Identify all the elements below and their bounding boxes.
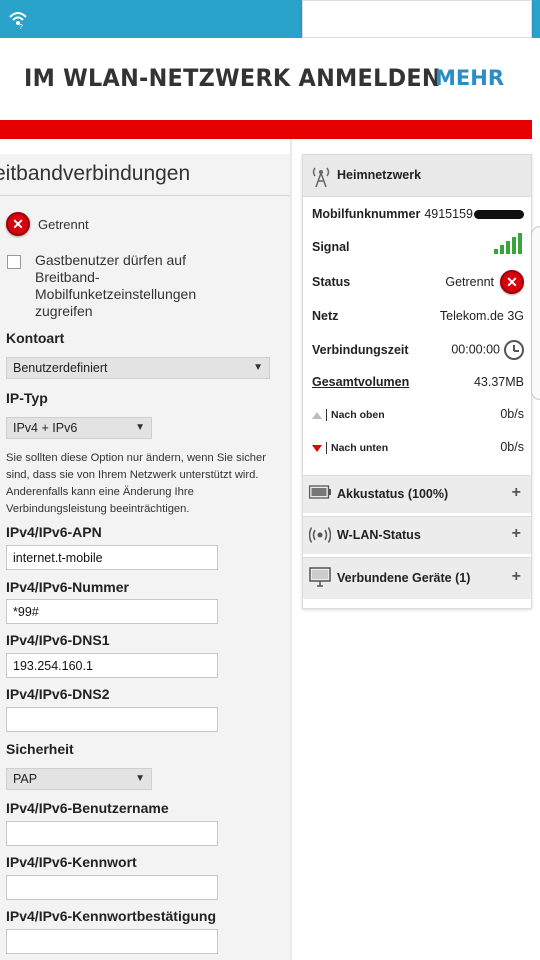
upload-arrow-icon	[312, 411, 322, 419]
signal-row: Signal	[312, 233, 524, 258]
password-input[interactable]	[6, 875, 218, 900]
iptyp-value: IPv4 + IPv6	[13, 421, 78, 435]
brand-bar	[0, 120, 532, 139]
dns1-label: IPv4/IPv6-DNS1	[6, 632, 110, 648]
connection-time-value: 00:00:00	[451, 342, 500, 357]
home-network-panel: Heimnetzwerk Mobilfunknummer 4915159 Sig…	[302, 154, 532, 609]
dns2-label: IPv4/IPv6-DNS2	[6, 686, 110, 702]
home-network-header: Heimnetzwerk	[303, 155, 531, 197]
mobile-number-row: Mobilfunknummer 4915159	[312, 205, 524, 225]
more-button[interactable]: MEHR	[435, 66, 504, 90]
connection-status: ✕ Getrennt	[6, 212, 89, 236]
battery-status-section[interactable]: Akkustatus (100%) +	[303, 475, 531, 513]
wlan-status-title: W-LAN-Status	[337, 528, 421, 542]
sicherheit-select[interactable]: PAP ▼	[6, 768, 152, 790]
panel-title: eitbandverbindungen	[0, 162, 191, 185]
home-network-title: Heimnetzwerk	[337, 168, 422, 182]
status-label: Status	[312, 275, 351, 289]
nummer-label: IPv4/IPv6-Nummer	[6, 579, 129, 595]
broadband-settings-panel: eitbandverbindungen ✕ Getrennt Gastbenut…	[0, 154, 290, 960]
dns1-input[interactable]: 193.254.160.1	[6, 653, 218, 678]
wifi-notification-icon: ?	[9, 12, 27, 29]
apn-input[interactable]: internet.t-mobile	[6, 545, 218, 570]
kontoart-label: Kontoart	[6, 330, 65, 346]
guest-access-checkbox[interactable]	[7, 255, 21, 269]
download-value: 0b/s	[500, 440, 524, 454]
status-row: Status Getrennt ✕	[312, 270, 524, 294]
wireless-icon	[309, 527, 331, 543]
disconnected-icon: ✕	[6, 212, 30, 236]
status-value: Getrennt	[445, 275, 494, 289]
password-confirm-input[interactable]	[6, 929, 218, 954]
iptyp-label: IP-Typ	[6, 390, 48, 406]
cell-signal-icon	[351, 10, 370, 28]
page-title: IM WLAN-NETZWERK ANMELDEN	[24, 64, 441, 92]
connection-time-label: Verbindungszeit	[312, 343, 409, 357]
nummer-input[interactable]: *99#	[6, 599, 218, 624]
signal-strength-icon	[494, 232, 522, 254]
password-label: IPv4/IPv6-Kennwort	[6, 854, 137, 870]
download-row: Nach unten 0b/s	[312, 438, 524, 458]
battery-status-title: Akkustatus (100%)	[337, 487, 449, 501]
dropdown-arrow-icon: ▼	[253, 362, 263, 373]
connection-time-row: Verbindungszeit 00:00:00	[312, 340, 524, 361]
username-label: IPv4/IPv6-Benutzername	[6, 800, 169, 816]
dropdown-arrow-icon: ▼	[135, 422, 145, 433]
connection-status-text: Getrennt	[38, 216, 89, 232]
status-bar: ? 4G ⇅ 96% 09:40	[0, 0, 540, 38]
network-label: Netz	[312, 309, 339, 323]
guest-access-label: Gastbenutzer dürfen auf Breitband-Mobilf…	[35, 252, 197, 319]
iptyp-warning-note: Sie sollten diese Option nur ändern, wen…	[6, 452, 266, 515]
upload-label: Nach oben	[331, 409, 385, 421]
kontoart-select[interactable]: Benutzerdefiniert ▼	[6, 357, 270, 379]
kontoart-value: Benutzerdefiniert	[13, 361, 108, 375]
panel-divider	[290, 139, 292, 960]
wifi-icon	[303, 12, 323, 26]
battery-icon	[309, 485, 331, 499]
total-volume-value: 43.37MB	[473, 375, 524, 389]
sicherheit-label: Sicherheit	[6, 741, 74, 757]
signal-label: Signal	[312, 240, 350, 254]
antenna-tower-icon	[312, 167, 330, 187]
guest-access-option[interactable]: Gastbenutzer dürfen auf Breitband-Mobilf…	[7, 252, 211, 320]
password-confirm-label: IPv4/IPv6-Kennwortbestätigung	[6, 908, 217, 924]
edge-panel-handle[interactable]	[531, 226, 540, 400]
download-label: Nach unten	[331, 442, 389, 454]
clock-icon	[504, 340, 524, 360]
network-value: Telekom.de 3G	[439, 309, 524, 323]
network-row: Netz Telekom.de 3G	[312, 307, 524, 327]
expand-plus-icon[interactable]: +	[512, 484, 521, 502]
sicherheit-value: PAP	[13, 772, 38, 786]
clock: 09:40	[445, 7, 496, 30]
wlan-status-section[interactable]: W-LAN-Status +	[303, 516, 531, 554]
dns2-input[interactable]	[6, 707, 218, 732]
redaction-mark	[474, 210, 524, 220]
mobile-number-value: 4915159	[424, 207, 473, 221]
total-volume-link[interactable]: Gesamtvolumen	[312, 375, 409, 389]
disconnected-icon: ✕	[500, 270, 524, 294]
expand-plus-icon[interactable]: +	[512, 568, 521, 586]
divider	[0, 195, 290, 196]
connected-devices-section[interactable]: Verbundene Geräte (1) +	[303, 557, 531, 599]
network-type-indicator: 4G ⇅	[331, 9, 344, 28]
battery-icon	[425, 9, 438, 29]
battery-percent: 96%	[377, 7, 418, 30]
svg-text:?: ?	[19, 24, 23, 29]
username-input[interactable]	[6, 821, 218, 846]
download-arrow-icon	[312, 444, 322, 452]
connected-devices-title: Verbundene Geräte (1)	[337, 571, 471, 585]
monitor-icon	[309, 567, 331, 587]
upload-row: Nach oben 0b/s	[312, 405, 524, 425]
dropdown-arrow-icon: ▼	[135, 773, 145, 784]
expand-plus-icon[interactable]: +	[512, 525, 521, 543]
apn-label: IPv4/IPv6-APN	[6, 524, 102, 540]
app-bar: IM WLAN-NETZWERK ANMELDEN MEHR	[0, 38, 540, 120]
iptyp-select[interactable]: IPv4 + IPv6 ▼	[6, 417, 152, 439]
total-volume-row: Gesamtvolumen 43.37MB	[312, 373, 524, 393]
mobile-number-label: Mobilfunknummer	[312, 207, 421, 221]
upload-value: 0b/s	[500, 407, 524, 421]
